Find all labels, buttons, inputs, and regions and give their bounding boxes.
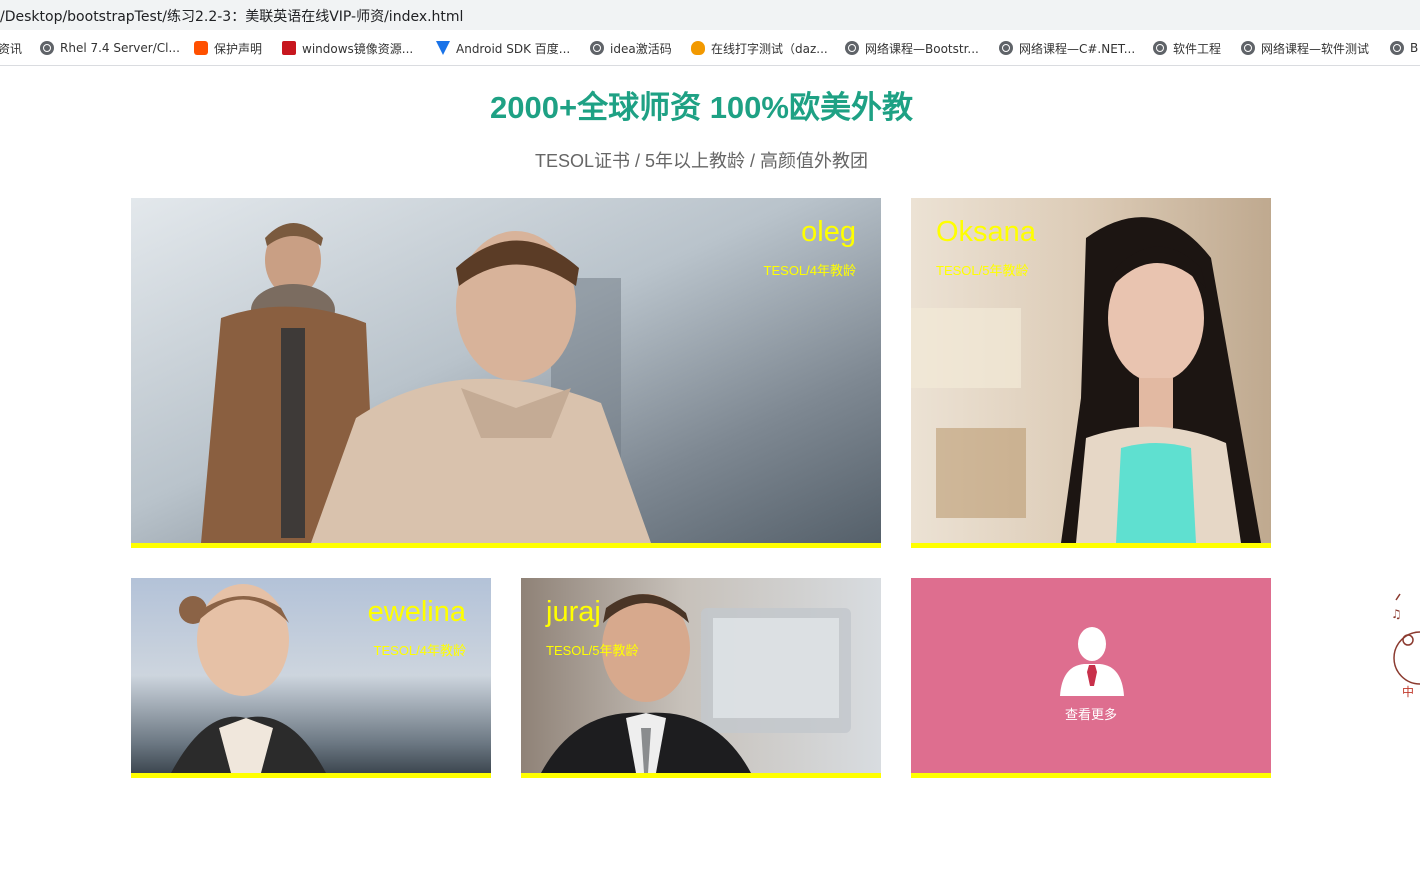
section-subtitle: TESOL证书 / 5年以上教龄 / 高颜值外教团 <box>534 151 869 171</box>
teacher-card-ewelina[interactable]: ewelina TESOL/4年教龄 <box>131 578 491 778</box>
fire-icon <box>691 41 705 55</box>
teacher-name: oleg <box>801 216 856 248</box>
url-text[interactable]: /Desktop/bootstrapTest/练习2.2-3：美联英语在线VIP… <box>0 6 463 26</box>
bookmark-label: Rhel 7.4 Server/Cl... <box>60 41 180 55</box>
view-more-label: 查看更多 <box>1064 707 1117 722</box>
teacher-photo <box>911 198 1271 543</box>
bookmark-item[interactable]: windows镜像资源... <box>282 39 413 57</box>
bookmarks-bar: 资讯 Rhel 7.4 Server/Cl... 保护声明 windows镜像资… <box>0 30 1420 66</box>
teacher-name: juraj <box>546 596 601 628</box>
user-icon <box>1060 627 1124 696</box>
bookmark-label: 网络课程—软件测试 <box>1261 41 1370 56</box>
teacher-meta: TESOL/4年教龄 <box>763 263 856 278</box>
address-bar[interactable]: /Desktop/bootstrapTest/练习2.2-3：美联英语在线VIP… <box>0 0 1420 30</box>
taobao-icon <box>194 41 208 55</box>
bookmark-item[interactable]: 软件工程 <box>1153 39 1221 57</box>
bookmark-item[interactable]: B <box>1390 39 1418 57</box>
globe-icon <box>40 41 54 55</box>
teacher-name: Oksana <box>936 216 1036 248</box>
csdn-icon <box>282 41 296 55</box>
teacher-meta: TESOL/5年教龄 <box>546 643 639 658</box>
bookmark-item[interactable]: 在线打字测试（daz... <box>691 39 828 57</box>
bookmark-label: windows镜像资源... <box>302 41 414 56</box>
teacher-meta: TESOL/5年教龄 <box>936 263 1029 278</box>
bookmark-item[interactable]: 资讯 <box>0 39 22 57</box>
bookmark-label: 网络课程—Bootstr... <box>865 41 979 56</box>
bookmark-label: Android SDK 百度... <box>456 41 571 56</box>
bookmark-label: B <box>1410 41 1419 55</box>
bookmark-item[interactable]: Android SDK 百度... <box>436 39 570 57</box>
bookmark-label: 在线打字测试（daz... <box>711 41 828 56</box>
view-more-card[interactable]: 查看更多 <box>911 578 1271 778</box>
bookmark-item[interactable]: 网络课程—C#.NET... <box>999 39 1135 57</box>
teacher-photo <box>131 198 881 543</box>
teacher-card-juraj[interactable]: juraj TESOL/5年教龄 <box>521 578 881 778</box>
teacher-meta: TESOL/4年教龄 <box>373 643 466 658</box>
section-title: 2000+全球师资 100%欧美外教 <box>490 90 913 125</box>
bookmark-label: 软件工程 <box>1173 41 1222 56</box>
teacher-name: ewelina <box>367 596 466 628</box>
bookmark-item[interactable]: Rhel 7.4 Server/Cl... <box>40 39 180 57</box>
bookmark-item[interactable]: idea激活码 <box>590 39 672 57</box>
globe-icon <box>590 41 604 55</box>
bookmark-item[interactable]: 保护声明 <box>194 39 262 57</box>
bookmark-label: 保护声明 <box>214 41 263 56</box>
bookmark-label: idea激活码 <box>610 41 672 56</box>
teacher-card-oleg[interactable]: oleg TESOL/4年教龄 <box>131 198 881 548</box>
bookmark-label: 网络课程—C#.NET... <box>1019 41 1136 56</box>
bookmark-label: 资讯 <box>0 41 23 56</box>
bookmark-item[interactable]: 网络课程—软件测试 <box>1241 39 1369 57</box>
bookmark-item[interactable]: 网络课程—Bootstr... <box>845 39 979 57</box>
globe-icon <box>1153 41 1167 55</box>
svg-text:中: 中 <box>1402 684 1414 699</box>
svg-text:♫: ♫ <box>1391 607 1402 621</box>
globe-icon <box>1241 41 1255 55</box>
globe-icon <box>999 41 1013 55</box>
music-widget-icon[interactable]: ♫ 中 <box>1388 588 1420 706</box>
teacher-card-oksana[interactable]: Oksana TESOL/5年教龄 <box>911 198 1271 548</box>
globe-icon <box>1390 41 1404 55</box>
funnel-icon <box>436 41 450 55</box>
globe-icon <box>845 41 859 55</box>
